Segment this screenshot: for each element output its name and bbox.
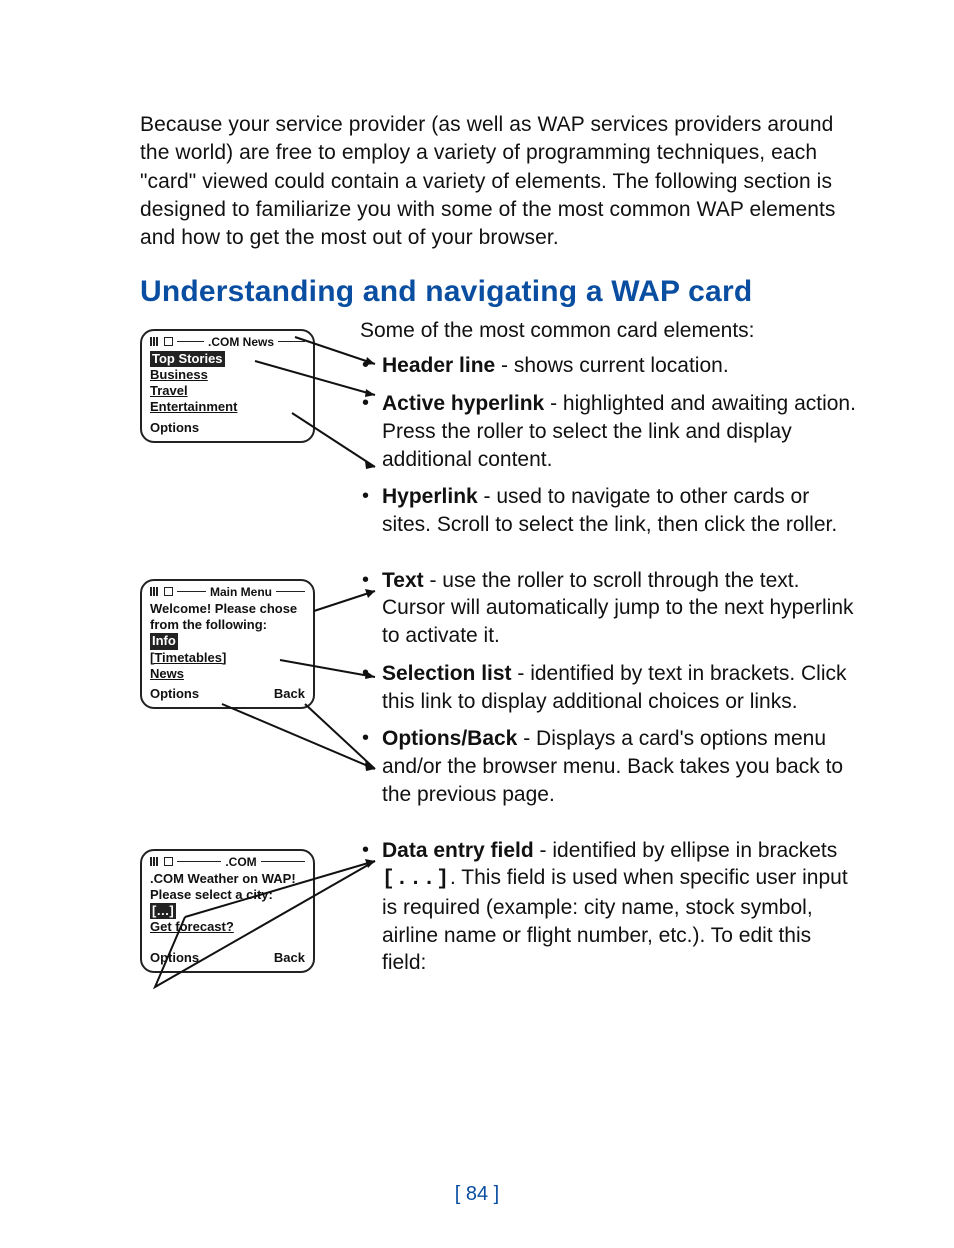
bullet-item: Selection list - identified by text in b… — [360, 660, 859, 715]
intro-paragraph: Because your service provider (as well a… — [140, 111, 859, 253]
active-hyperlink: Top Stories — [150, 351, 225, 367]
hyperlink: Get forecast? — [150, 919, 305, 935]
screen-text: Please select a city: — [150, 887, 305, 903]
bullet-item: Active hyperlink - highlighted and await… — [360, 390, 859, 473]
screen-title: .COM — [225, 855, 256, 869]
softkey-options: Options — [150, 420, 199, 435]
screen-text: .COM Weather on WAP! — [150, 871, 305, 887]
hyperlink: Entertainment — [150, 399, 305, 415]
softkey-options: Options — [150, 950, 199, 965]
softkey-options: Options — [150, 686, 199, 701]
battery-icon — [164, 587, 173, 596]
softkey-back: Back — [274, 686, 305, 701]
wap-screen-menu: Main Menu Welcome! Please chose from the… — [140, 579, 315, 709]
data-entry-field: […] — [150, 903, 176, 919]
bullet-item: Options/Back - Displays a card's options… — [360, 725, 859, 808]
wap-screen-weather: .COM .COM Weather on WAP! Please select … — [140, 849, 315, 973]
screen-text: from the following: — [150, 617, 305, 633]
wap-screen-news: .COM News Top Stories Business Travel En… — [140, 329, 315, 443]
lead-text: Some of the most common card elements: — [360, 317, 859, 345]
screen-title: .COM News — [208, 335, 274, 349]
signal-icon — [150, 857, 160, 866]
battery-icon — [164, 857, 173, 866]
battery-icon — [164, 337, 173, 346]
bullet-item: Hyperlink - used to navigate to other ca… — [360, 483, 859, 538]
screen-text: Welcome! Please chose — [150, 601, 305, 617]
hyperlink: Business — [150, 367, 305, 383]
hyperlink: Travel — [150, 383, 305, 399]
screen-title: Main Menu — [210, 585, 272, 599]
bullet-item: Text - use the roller to scroll through … — [360, 567, 859, 650]
signal-icon — [150, 337, 160, 346]
active-hyperlink: Info — [150, 633, 178, 649]
bullet-item: Data entry field - identified by ellipse… — [360, 837, 859, 978]
hyperlink: News — [150, 666, 305, 682]
page-number: [ 84 ] — [0, 1183, 954, 1206]
signal-icon — [150, 587, 160, 596]
selection-list: [Timetables] — [150, 650, 305, 666]
section-heading: Understanding and navigating a WAP card — [140, 275, 859, 309]
bullet-item: Header line - shows current location. — [360, 352, 859, 380]
softkey-back: Back — [274, 950, 305, 965]
